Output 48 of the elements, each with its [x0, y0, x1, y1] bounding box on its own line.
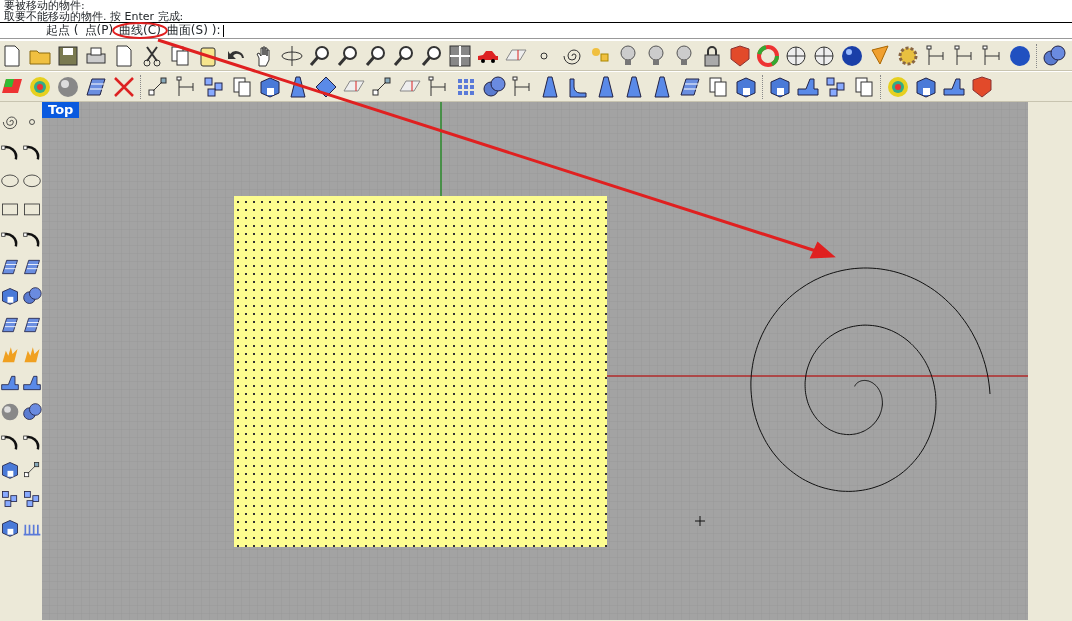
spheres-icon[interactable]	[22, 402, 42, 422]
box-icon[interactable]	[0, 286, 20, 306]
command-history-line: 取要不能移动的物件. 按 Enter 完成:	[3, 11, 185, 22]
striped-surface-icon[interactable]	[22, 257, 42, 277]
squares-icon[interactable]	[22, 489, 42, 509]
box-icon[interactable]	[0, 518, 20, 538]
magnifier-icon[interactable]	[308, 43, 332, 68]
sphere-icon[interactable]	[812, 43, 836, 68]
spheres-icon[interactable]	[482, 74, 506, 99]
shaded-solid-icon[interactable]	[970, 74, 994, 99]
step-solid-icon[interactable]	[22, 373, 42, 393]
striped-surface-icon[interactable]	[22, 315, 42, 335]
command-prompt-end: ):	[211, 25, 221, 36]
magnifier-icon[interactable]	[392, 43, 416, 68]
crosshair-cursor-icon	[694, 515, 706, 527]
color-ball-icon[interactable]	[28, 74, 52, 99]
squares-icon[interactable]	[824, 74, 848, 99]
point-line-icon[interactable]	[370, 74, 394, 99]
command-prompt: 起点 (	[46, 25, 79, 36]
point-line-icon[interactable]	[22, 460, 42, 480]
step-solid-icon[interactable]	[0, 373, 20, 393]
shaded-solid-icon[interactable]	[728, 43, 752, 68]
command-option[interactable]: 曲面(S)	[166, 25, 208, 36]
close-icon[interactable]	[112, 74, 136, 99]
spheres-icon[interactable]	[1042, 43, 1066, 68]
shaded-sphere-icon[interactable]	[840, 43, 864, 68]
squares-icon[interactable]	[0, 489, 20, 509]
command-option[interactable]: 点(P)	[84, 25, 114, 36]
color-wheel-icon[interactable]	[756, 43, 780, 68]
spheres-icon[interactable]	[22, 286, 42, 306]
striped-surface-icon[interactable]	[0, 257, 20, 277]
highlight-ellipse	[112, 22, 168, 39]
sphere-icon[interactable]	[784, 43, 808, 68]
striped-surface-icon[interactable]	[0, 315, 20, 335]
viewport-title[interactable]: Top	[42, 102, 80, 118]
squares-icon[interactable]	[202, 74, 226, 99]
color-ball-icon[interactable]	[886, 74, 910, 99]
point-line-icon[interactable]	[146, 74, 170, 99]
viewport[interactable]: Top	[42, 102, 1050, 620]
magnifier-icon[interactable]	[420, 43, 444, 68]
magnifier-icon[interactable]	[364, 43, 388, 68]
control-point-grid[interactable]	[234, 196, 607, 547]
command-history-line: 要被移动的物件:	[3, 0, 85, 11]
orbit-icon[interactable]	[280, 43, 304, 68]
four-pane-icon[interactable]	[448, 43, 472, 68]
copy-icon[interactable]	[852, 74, 876, 99]
magnifier-icon[interactable]	[336, 43, 360, 68]
box-icon[interactable]	[0, 460, 20, 480]
